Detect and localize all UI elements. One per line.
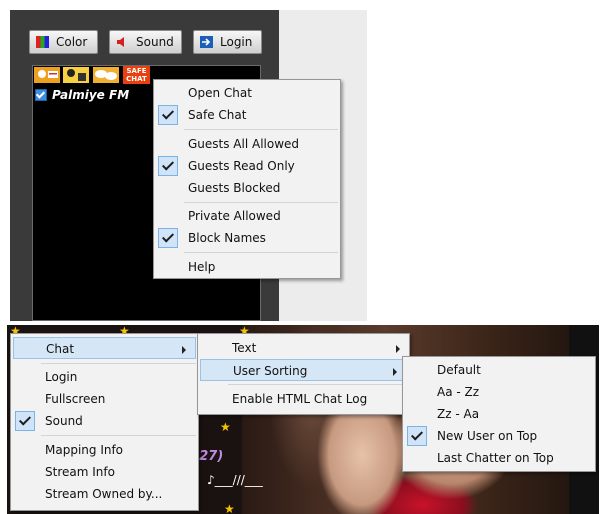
color-button-label: Color [56, 35, 88, 49]
login-button-label: Login [220, 35, 253, 49]
user-name: Palmiye FM [52, 88, 130, 102]
chevron-right-icon [396, 345, 400, 353]
check-icon [158, 156, 178, 176]
menu-item-sound[interactable]: Sound [11, 410, 198, 432]
check-icon [158, 228, 178, 248]
user-tools-icon[interactable] [34, 66, 60, 84]
star-icon: ★ [220, 420, 231, 434]
menu-separator [41, 363, 196, 364]
chevron-right-icon [182, 346, 186, 354]
menu-item-label: User Sorting [233, 364, 308, 378]
menu-item-label: Help [188, 260, 216, 274]
menu-separator [184, 202, 338, 203]
menu-item-label: Guests Read Only [188, 159, 295, 173]
color-palette-icon [36, 36, 49, 48]
menu-item-label: Block Names [188, 231, 266, 245]
menu-separator [184, 252, 338, 253]
menu-separator [228, 384, 407, 385]
star-icon: ★ [224, 502, 235, 514]
menu-item-chat[interactable]: Chat [13, 337, 196, 359]
user-context-menu: Open Chat Safe Chat Guests All Allowed G… [153, 79, 341, 279]
menu-item-safe-chat[interactable]: Safe Chat [154, 104, 340, 126]
menu-item-label: Guests All Allowed [188, 137, 300, 151]
menu-item-label: Chat [46, 342, 75, 356]
menu-item-label: Text [232, 341, 257, 355]
menu-item-private-allowed[interactable]: Private Allowed [154, 205, 340, 227]
menu-item-label: Default [437, 363, 481, 377]
color-button[interactable]: Color [29, 30, 98, 54]
check-icon [15, 411, 35, 431]
menu-item-label: Fullscreen [45, 392, 106, 406]
check-icon [158, 105, 178, 125]
bottom-panel: ★ ★ ★ ★ ★ 5:27) ♪___///___ Chat Login Fu… [7, 325, 599, 514]
menu-item-label: Stream Owned by... [45, 487, 163, 501]
speaker-icon [116, 36, 129, 48]
menu-separator [184, 129, 338, 130]
user-sorting-submenu: Default Aa - Zz Zz - Aa New User on Top … [402, 356, 596, 472]
main-context-menu: Chat Login Fullscreen Sound Mapping Info… [10, 333, 199, 511]
chat-bubbles-icon[interactable] [93, 66, 119, 84]
menu-item-text[interactable]: Text [198, 337, 409, 359]
menu-item-label: Enable HTML Chat Log [232, 392, 368, 406]
menu-item-label: Aa - Zz [437, 385, 480, 399]
menu-item-guests-all-allowed[interactable]: Guests All Allowed [154, 133, 340, 155]
login-icon [200, 36, 213, 48]
menu-item-label: New User on Top [437, 429, 538, 443]
menu-item-sort-z-a[interactable]: Zz - Aa [403, 403, 595, 425]
menu-item-label: Login [45, 370, 78, 384]
safe-chat-badge[interactable]: SAFE CHAT [123, 66, 150, 84]
menu-separator [41, 435, 196, 436]
menu-item-mapping-info[interactable]: Mapping Info [11, 439, 198, 461]
user-list-item[interactable]: Palmiye FM [35, 88, 129, 102]
menu-item-guests-blocked[interactable]: Guests Blocked [154, 177, 340, 199]
user-checkbox[interactable] [35, 89, 47, 101]
menu-item-sort-new-user-on-top[interactable]: New User on Top [403, 425, 595, 447]
menu-item-label: Safe Chat [188, 108, 247, 122]
top-panel: Color Sound Login SAFE CHAT Palmiye FM O… [10, 10, 367, 321]
chevron-right-icon [393, 368, 397, 376]
menu-item-label: Stream Info [45, 465, 115, 479]
menu-item-label: Guests Blocked [188, 181, 281, 195]
menu-item-fullscreen[interactable]: Fullscreen [11, 388, 198, 410]
menu-item-guests-read-only[interactable]: Guests Read Only [154, 155, 340, 177]
sound-button-label: Sound [136, 35, 174, 49]
menu-item-stream-info[interactable]: Stream Info [11, 461, 198, 483]
menu-item-block-names[interactable]: Block Names [154, 227, 340, 249]
menu-item-stream-owned-by[interactable]: Stream Owned by... [11, 483, 198, 505]
menu-item-sort-last-chatter-on-top[interactable]: Last Chatter on Top [403, 447, 595, 469]
menu-item-enable-html-chat-log[interactable]: Enable HTML Chat Log [198, 388, 409, 410]
user-lock-icon[interactable] [63, 66, 89, 84]
check-icon [407, 426, 427, 446]
menu-item-sort-default[interactable]: Default [403, 359, 595, 381]
login-button[interactable]: Login [193, 30, 262, 54]
menu-item-help[interactable]: Help [154, 256, 340, 278]
menu-item-login[interactable]: Login [11, 366, 198, 388]
menu-item-label: Zz - Aa [437, 407, 480, 421]
menu-item-label: Mapping Info [45, 443, 124, 457]
menu-item-label: Open Chat [188, 86, 252, 100]
menu-item-label: Private Allowed [188, 209, 281, 223]
chat-submenu: Text User Sorting Enable HTML Chat Log [197, 333, 410, 415]
menu-item-user-sorting[interactable]: User Sorting [200, 359, 407, 381]
chat-line: ♪___///___ [207, 473, 263, 487]
menu-item-open-chat[interactable]: Open Chat [154, 82, 340, 104]
menu-item-label: Last Chatter on Top [437, 451, 554, 465]
sound-button[interactable]: Sound [109, 30, 182, 54]
menu-item-sort-a-z[interactable]: Aa - Zz [403, 381, 595, 403]
menu-item-label: Sound [45, 414, 83, 428]
